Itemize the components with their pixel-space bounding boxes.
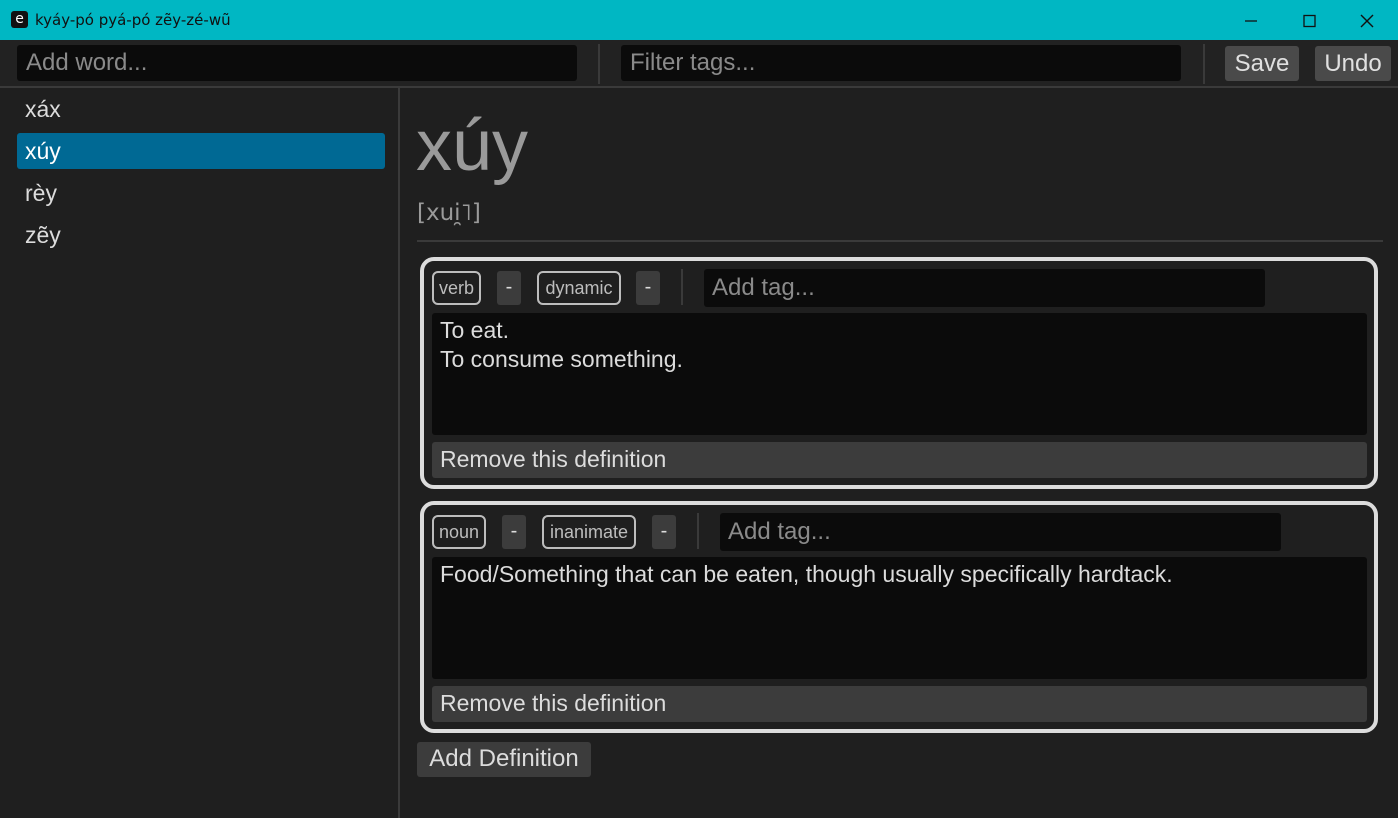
maximize-icon — [1303, 14, 1316, 28]
definition-card: noun - inanimate - Food/Something that c… — [420, 501, 1378, 733]
close-icon — [1360, 14, 1374, 28]
tag-chip: dynamic — [537, 271, 621, 305]
remove-tag-button[interactable]: - — [652, 515, 676, 549]
remove-definition-button[interactable]: Remove this definition — [432, 686, 1367, 722]
definition-line: Food/Something that can be eaten, though… — [440, 561, 1173, 587]
minimize-button[interactable] — [1222, 0, 1280, 40]
word-list-item[interactable]: xáx — [17, 91, 385, 127]
ipa-transcription: [xui̯˥] — [417, 200, 481, 226]
add-definition-button[interactable]: Add Definition — [417, 742, 591, 777]
definition-text[interactable]: Food/Something that can be eaten, though… — [432, 557, 1367, 679]
tag-chip: noun — [432, 515, 486, 549]
remove-tag-button[interactable]: - — [502, 515, 526, 549]
remove-tag-button[interactable]: - — [497, 271, 521, 305]
window-title: kyáy-pó pyá-pó zẽy-zé-wũ — [35, 11, 231, 29]
minimize-icon — [1245, 20, 1257, 22]
title-bar: e kyáy-pó pyá-pó zẽy-zé-wũ — [0, 0, 1398, 40]
add-word-input[interactable] — [17, 45, 577, 81]
add-tag-input[interactable] — [720, 513, 1281, 551]
tag-chip: verb — [432, 271, 481, 305]
definition-card: verb - dynamic - To eat. To consume some… — [420, 257, 1378, 489]
remove-tag-button[interactable]: - — [636, 271, 660, 305]
word-list-item[interactable]: rèy — [17, 175, 385, 211]
add-tag-input[interactable] — [704, 269, 1265, 307]
definition-line: To consume something. — [440, 346, 683, 372]
filter-tags-input[interactable] — [621, 45, 1181, 81]
definition-line: To eat. — [440, 317, 510, 343]
divider — [417, 240, 1383, 242]
remove-definition-button[interactable]: Remove this definition — [432, 442, 1367, 478]
toolbar-separator — [1203, 44, 1205, 84]
close-button[interactable] — [1338, 0, 1396, 40]
word-list: xáx xúy rèy zẽy — [0, 88, 400, 818]
save-button[interactable]: Save — [1225, 46, 1299, 81]
definition-text[interactable]: To eat. To consume something. — [432, 313, 1367, 435]
tag-chip: inanimate — [542, 515, 636, 549]
app-icon: e — [11, 11, 28, 28]
word-list-item-selected[interactable]: xúy — [17, 133, 385, 169]
tag-separator — [697, 513, 699, 549]
toolbar-separator — [598, 44, 600, 84]
toolbar: Save Undo — [0, 40, 1398, 88]
word-list-item[interactable]: zẽy — [17, 217, 385, 253]
undo-button[interactable]: Undo — [1315, 46, 1391, 81]
maximize-button[interactable] — [1280, 0, 1338, 40]
tag-separator — [681, 269, 683, 305]
headword: xúy — [416, 106, 529, 186]
